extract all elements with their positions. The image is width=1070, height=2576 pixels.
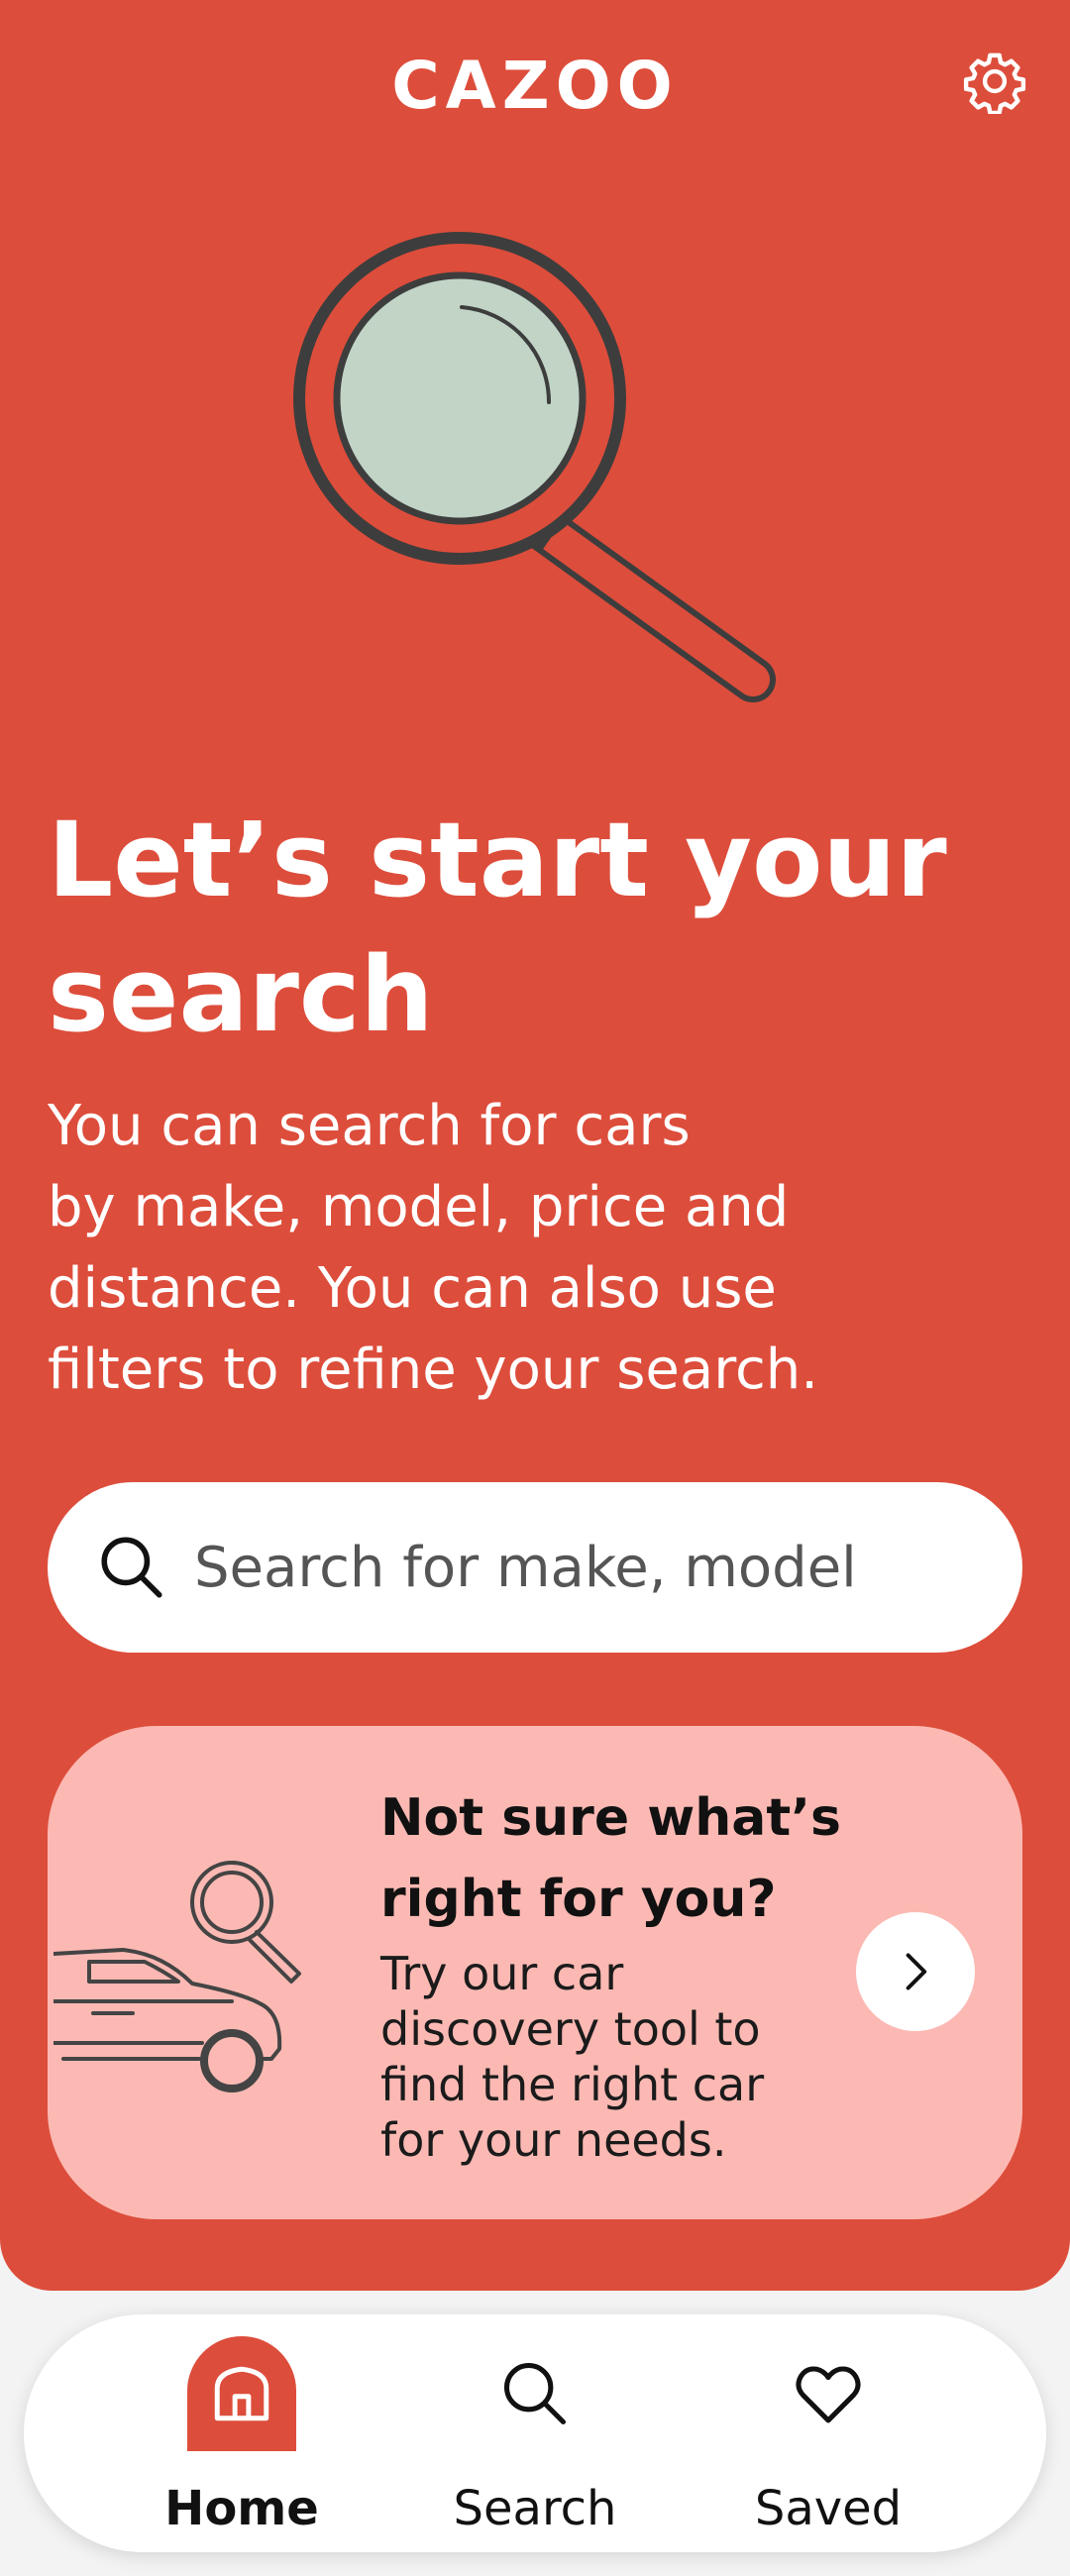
discovery-card-arrow-button[interactable] — [856, 1912, 975, 2031]
search-input[interactable]: Search for make, model — [48, 1482, 1022, 1653]
nav-item-saved[interactable]: Saved — [709, 2336, 947, 2544]
discovery-card[interactable]: Not sure what’s right for you? Try our c… — [48, 1726, 1022, 2219]
heart-icon-wrap — [774, 2336, 883, 2451]
nav-label-search: Search — [453, 2481, 617, 2536]
search-icon — [101, 1537, 162, 1598]
gear-icon — [963, 53, 1026, 114]
nav-item-search[interactable]: Search — [416, 2336, 654, 2544]
page-title: Let’s start your search — [48, 800, 947, 1055]
home-icon — [214, 2366, 269, 2421]
heart-icon — [796, 2366, 861, 2423]
discovery-card-title: Not sure what’s right for you? — [380, 1788, 841, 1929]
search-placeholder: Search for make, model — [194, 1535, 857, 1600]
magnifying-glass-illustration — [293, 232, 776, 702]
nav-label-home: Home — [164, 2481, 319, 2536]
search-icon — [503, 2362, 567, 2425]
search-icon-wrap — [481, 2336, 589, 2451]
home-icon-wrap — [187, 2336, 296, 2451]
discovery-card-body: Try our car discovery tool to find the r… — [380, 1947, 765, 2167]
chevron-right-icon — [906, 1953, 927, 1990]
hero-section: CAZOO Let’s start your search You can se… — [0, 0, 1070, 2291]
nav-label-saved: Saved — [754, 2481, 903, 2536]
settings-button[interactable] — [959, 46, 1030, 117]
car-magnifier-illustration — [54, 1861, 301, 2093]
bottom-navigation: Home Search Saved — [24, 2314, 1046, 2552]
nav-item-home[interactable]: Home — [123, 2336, 361, 2544]
hero-description: You can search for cars by make, model, … — [48, 1094, 819, 1402]
cazoo-logo: CAZOO — [391, 48, 679, 124]
